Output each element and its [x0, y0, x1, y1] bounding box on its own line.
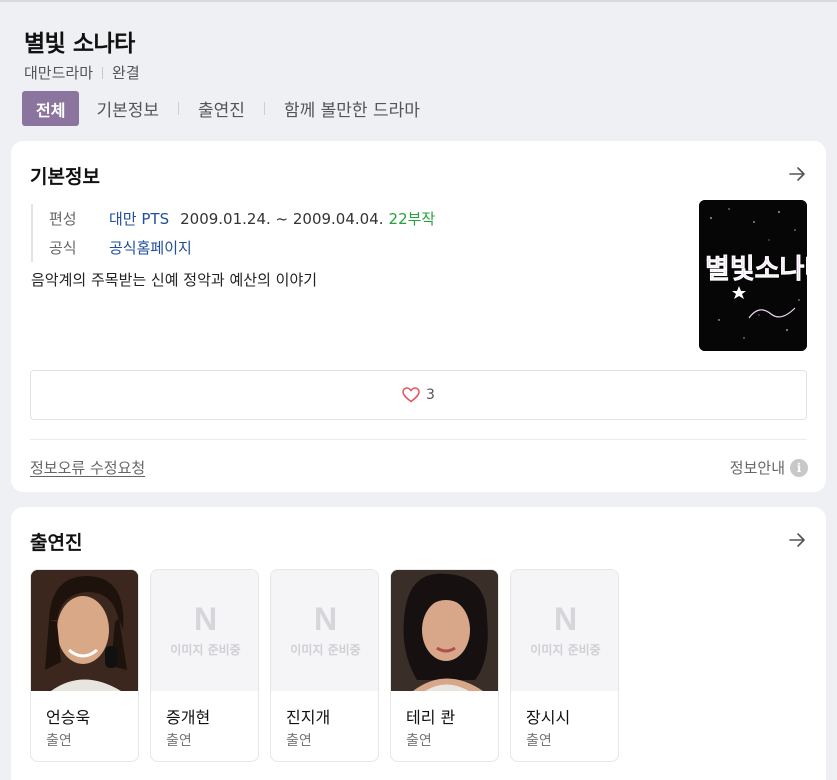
channel-link[interactable]: 대만 PTS [109, 208, 169, 229]
page-title: 별빛 소나타 [24, 31, 135, 57]
poster-image[interactable]: 별빛소나타 [699, 200, 807, 351]
broadcast-row: 편성 대만 PTS 2009.01.24. ~ 2009.04.04. 22부작 [49, 204, 435, 233]
synopsis: 음악계의 주목받는 신예 정악과 예산의 이야기 [31, 271, 318, 289]
genre-label: 대만드라마 [24, 64, 94, 82]
image-preparing-label: 이미지 준비중 [170, 643, 241, 657]
image-preparing-label: 이미지 준비중 [530, 643, 601, 657]
official-row: 공식 공식홈페이지 [49, 233, 435, 262]
cast-item[interactable]: N 이미지 준비중 장시시 출연 [510, 569, 619, 762]
cast-card: 출연진 언승욱 출연 N 이미지 준비중 증개현 출연 N 이미지 준비중 진지… [11, 507, 826, 780]
basic-info-card: 기본정보 편성 대만 PTS 2009.01.24. ~ 2009.04.04.… [11, 141, 826, 492]
tab-similar-dramas[interactable]: 함께 볼만한 드라마 [284, 91, 420, 126]
tab-divider [263, 102, 265, 115]
image-placeholder: N 이미지 준비중 [511, 570, 618, 691]
image-placeholder: N 이미지 준비중 [151, 570, 258, 691]
official-homepage-link[interactable]: 공식홈페이지 [109, 237, 192, 258]
cast-role: 출연 [46, 733, 72, 749]
arrow-right-icon[interactable] [788, 165, 806, 183]
tab-divider [178, 102, 180, 115]
cast-item[interactable]: 테리 콴 출연 [390, 569, 499, 762]
cast-role: 출연 [406, 733, 432, 749]
cast-role: 출연 [286, 733, 312, 749]
tab-bar: 전체 기본정보 출연진 함께 볼만한 드라마 [22, 91, 420, 126]
image-placeholder: N 이미지 준비중 [271, 570, 378, 691]
broadcast-label: 편성 [49, 210, 77, 228]
tab-basic-info[interactable]: 기본정보 [96, 91, 159, 126]
like-count: 3 [426, 387, 435, 403]
cast-name: 언승욱 [46, 708, 91, 727]
cast-item[interactable]: N 이미지 준비중 증개현 출연 [150, 569, 259, 762]
arrow-right-icon[interactable] [788, 531, 806, 549]
info-icon: i [790, 458, 808, 477]
tab-all[interactable]: 전체 [22, 91, 80, 126]
cast-photo [31, 570, 138, 691]
n-logo-icon: N [313, 601, 338, 637]
cast-item[interactable]: 언승욱 출연 [30, 569, 139, 762]
basic-info-title[interactable]: 기본정보 [30, 162, 100, 189]
cast-name: 진지개 [286, 708, 331, 727]
divider [30, 439, 807, 440]
cast-title[interactable]: 출연진 [30, 528, 82, 555]
cast-name: 장시시 [526, 708, 571, 727]
official-label: 공식 [49, 239, 77, 257]
header: 별빛 소나타 대만드라마 완결 전체 기본정보 출연진 함께 볼만한 드라마 [0, 0, 837, 140]
meta-info: 대만드라마 완결 [24, 62, 140, 83]
report-error-link[interactable]: 정보오류 수정요청 [30, 457, 145, 478]
info-guide-label: 정보안내 [729, 459, 785, 477]
cast-name: 증개현 [166, 708, 211, 727]
tab-cast[interactable]: 출연진 [198, 91, 245, 126]
episode-count: 22부작 [388, 210, 436, 228]
info-guide[interactable]: 정보안내 i [730, 457, 808, 478]
heart-icon [402, 387, 420, 403]
meta-divider [102, 66, 104, 79]
cast-list: 언승욱 출연 N 이미지 준비중 증개현 출연 N 이미지 준비중 진지개 출연 [30, 569, 630, 762]
status-label: 완결 [112, 64, 140, 82]
cast-item[interactable]: N 이미지 준비중 진지개 출연 [270, 569, 379, 762]
cast-role: 출연 [166, 733, 192, 749]
cast-role: 출연 [526, 733, 552, 749]
info-rows: 편성 대만 PTS 2009.01.24. ~ 2009.04.04. 22부작… [31, 204, 435, 262]
poster-title: 별빛소나타 [705, 254, 807, 285]
n-logo-icon: N [193, 601, 218, 637]
cast-name: 테리 콴 [406, 708, 456, 727]
air-dates: 2009.01.24. ~ 2009.04.04. [180, 209, 384, 228]
n-logo-icon: N [553, 601, 578, 637]
cast-photo [391, 570, 498, 691]
like-button[interactable]: 3 [30, 370, 807, 420]
image-preparing-label: 이미지 준비중 [290, 643, 361, 657]
